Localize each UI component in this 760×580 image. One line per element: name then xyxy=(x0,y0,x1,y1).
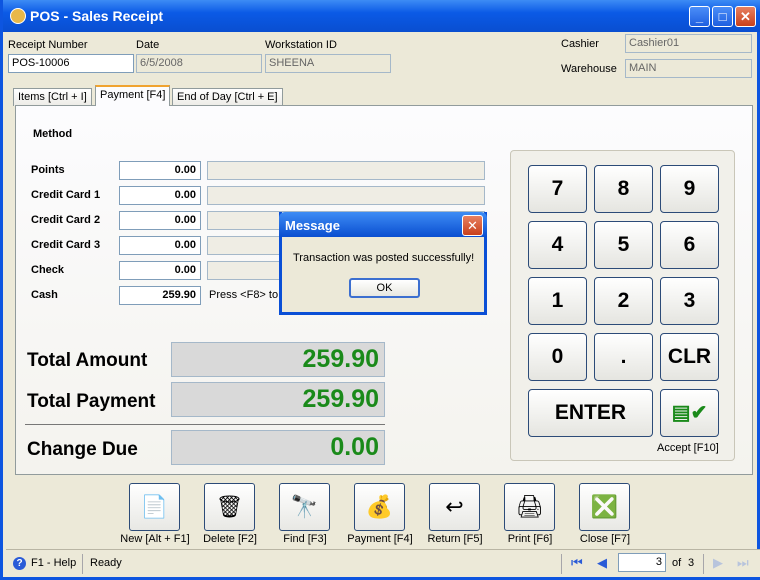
dialog-close-button[interactable]: ✕ xyxy=(462,215,483,236)
warehouse-input[interactable]: MAIN xyxy=(625,59,752,78)
printer-icon: 🖨 xyxy=(515,494,544,519)
change-due-value: 0.00 xyxy=(171,430,385,465)
message-dialog: Message ✕ Transaction was posted success… xyxy=(279,212,487,315)
warehouse-label: Warehouse xyxy=(561,63,617,75)
close-button-label: Close [F7] xyxy=(579,533,631,545)
binoculars-icon: 🔭 xyxy=(290,494,319,519)
title-bar: POS - Sales Receipt _ □ ✕ xyxy=(3,0,760,32)
cashier-label: Cashier xyxy=(561,38,599,50)
pos-window: POS - Sales Receipt _ □ ✕ Receipt Number… xyxy=(0,0,760,580)
key-5[interactable]: 5 xyxy=(594,221,653,269)
total-pages: 3 xyxy=(688,557,695,569)
workstation-label: Workstation ID xyxy=(265,39,337,51)
total-payment-value: 259.90 xyxy=(171,382,385,417)
cash-label: Cash xyxy=(31,289,58,301)
receipt-number-input[interactable]: POS-10006 xyxy=(8,54,134,73)
key-0[interactable]: 0 xyxy=(528,333,587,381)
check-amount-input[interactable]: 0.00 xyxy=(119,261,201,280)
previous-record-icon[interactable]: ◀ xyxy=(597,555,607,571)
status-text: Ready xyxy=(90,557,122,569)
credit-card-2-label: Credit Card 2 xyxy=(31,214,101,226)
workstation-input[interactable]: SHEENA xyxy=(265,54,391,73)
new-receipt-icon: 📄 xyxy=(140,494,169,519)
total-amount-value: 259.90 xyxy=(171,342,385,377)
accept-button[interactable]: ▤✔ xyxy=(660,389,719,437)
credit-card-1-detail-input[interactable] xyxy=(207,186,485,205)
key-1[interactable]: 1 xyxy=(528,277,587,325)
date-input[interactable]: 6/5/2008 xyxy=(136,54,262,73)
credit-card-1-amount-input[interactable]: 0.00 xyxy=(119,186,201,205)
app-icon xyxy=(10,8,26,24)
tab-items[interactable]: Items [Ctrl + I] xyxy=(13,88,92,106)
total-amount-label: Total Amount xyxy=(27,350,148,371)
of-label: of xyxy=(672,557,682,569)
dialog-title: Message xyxy=(279,212,487,237)
credit-card-3-label: Credit Card 3 xyxy=(31,239,101,251)
print-button[interactable]: 🖨 xyxy=(504,483,555,531)
total-payment-label: Total Payment xyxy=(27,391,156,412)
window-title: POS - Sales Receipt xyxy=(30,8,164,24)
return-icon: ↩ xyxy=(445,494,464,519)
key-2[interactable]: 2 xyxy=(594,277,653,325)
points-detail-input[interactable] xyxy=(207,161,485,180)
key-dot[interactable]: . xyxy=(594,333,653,381)
help-icon: ? xyxy=(13,557,26,570)
minimize-button[interactable]: _ xyxy=(689,6,710,27)
last-record-icon[interactable]: ⏭ xyxy=(737,555,749,571)
key-enter[interactable]: ENTER xyxy=(528,389,653,437)
method-label: Method xyxy=(33,128,73,140)
status-bar: ? F1 - Help Ready ⏮ ◀ 3 of 3 ▶ ⏭ xyxy=(6,549,760,577)
key-6[interactable]: 6 xyxy=(660,221,719,269)
key-clr[interactable]: CLR xyxy=(660,333,719,381)
accept-label: Accept [F10] xyxy=(657,442,719,454)
points-amount-input[interactable]: 0.00 xyxy=(119,161,201,180)
key-4[interactable]: 4 xyxy=(528,221,587,269)
find-button[interactable]: 🔭 xyxy=(279,483,330,531)
first-record-icon[interactable]: ⏮ xyxy=(571,555,583,571)
ok-button[interactable]: OK xyxy=(349,278,420,298)
change-due-label: Change Due xyxy=(27,439,138,460)
close-button[interactable]: ✕ xyxy=(735,6,756,27)
totals-divider xyxy=(25,424,385,425)
close-button[interactable]: ❎ xyxy=(579,483,630,531)
cash-amount-input[interactable]: 259.90 xyxy=(119,286,201,305)
credit-card-1-label: Credit Card 1 xyxy=(31,189,101,201)
dialog-message: Transaction was posted successfully! xyxy=(293,252,475,264)
check-label: Check xyxy=(31,264,65,276)
date-label: Date xyxy=(136,39,160,51)
key-7[interactable]: 7 xyxy=(528,165,587,213)
cashier-input[interactable]: Cashier01 xyxy=(625,34,752,53)
close-window-icon: ❎ xyxy=(590,494,619,519)
credit-card-2-amount-input[interactable]: 0.00 xyxy=(119,211,201,230)
delete-button[interactable]: 🗑 xyxy=(204,483,255,531)
new-button[interactable]: 📄 xyxy=(129,483,180,531)
help-text[interactable]: F1 - Help xyxy=(31,557,76,569)
receipt-number-label: Receipt Number xyxy=(8,39,88,51)
points-label: Points xyxy=(31,164,65,176)
cash-hint: Press <F8> to xyxy=(209,289,279,301)
tab-payment[interactable]: Payment [F4] xyxy=(95,85,171,106)
payment-icon: 💰 xyxy=(365,494,394,519)
accept-check-icon: ▤✔ xyxy=(671,402,708,424)
key-3[interactable]: 3 xyxy=(660,277,719,325)
maximize-button[interactable]: □ xyxy=(712,6,733,27)
tab-end-of-day[interactable]: End of Day [Ctrl + E] xyxy=(172,88,283,106)
payment-button[interactable]: 💰 xyxy=(354,483,405,531)
key-8[interactable]: 8 xyxy=(594,165,653,213)
credit-card-3-amount-input[interactable]: 0.00 xyxy=(119,236,201,255)
return-button[interactable]: ↩ xyxy=(429,483,480,531)
page-input[interactable]: 3 xyxy=(618,553,666,572)
key-9[interactable]: 9 xyxy=(660,165,719,213)
recycle-bin-icon: 🗑 xyxy=(215,494,244,519)
next-record-icon[interactable]: ▶ xyxy=(713,555,723,571)
